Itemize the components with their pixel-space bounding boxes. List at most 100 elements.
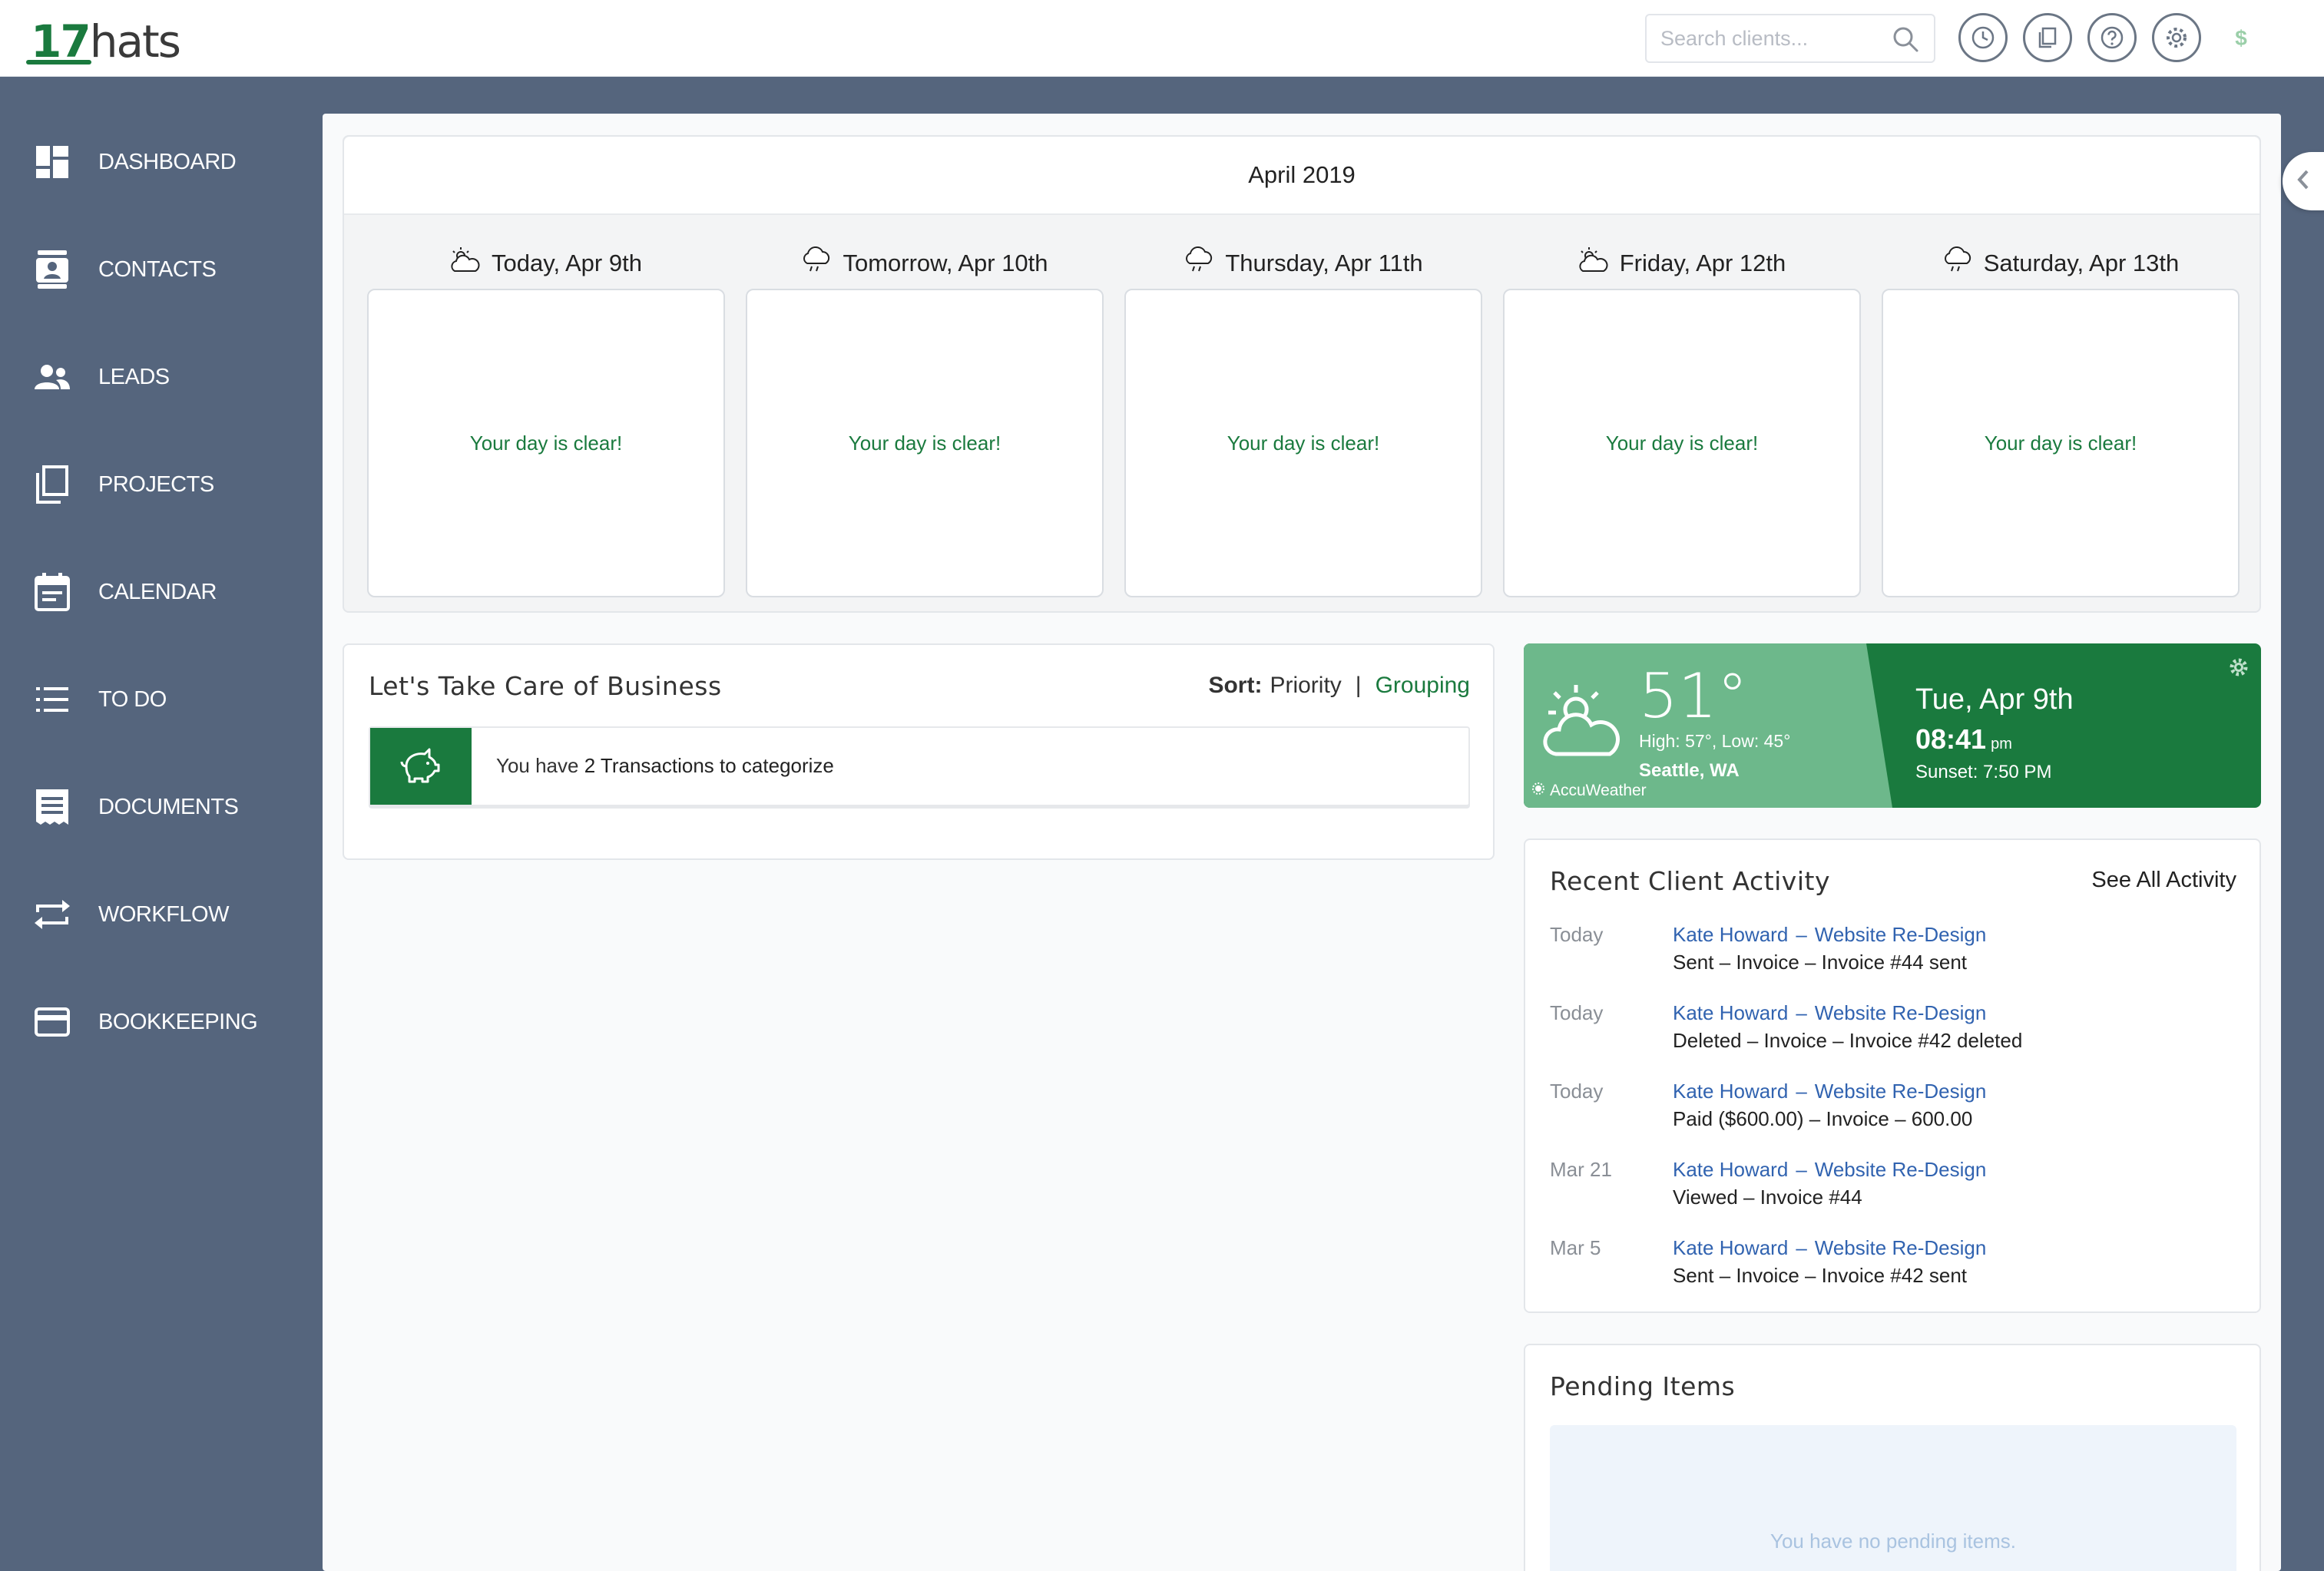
sidebar-item-label: LEADS xyxy=(98,364,170,389)
pending-items-card: Pending Items You have no pending items. xyxy=(1524,1344,2261,1571)
pending-empty-message: You have no pending items. xyxy=(1770,1530,2016,1553)
activity-detail: Deleted – Invoice – Invoice #42 deleted xyxy=(1673,1029,2023,1052)
project-link[interactable]: Website Re-Design xyxy=(1815,1158,1987,1181)
logo-number: 17 xyxy=(26,15,91,68)
sidebar-item-label: TO DO xyxy=(98,686,167,712)
collapse-panel-button[interactable] xyxy=(2283,152,2324,210)
calendar-icon xyxy=(32,572,72,612)
time-ampm: pm xyxy=(1991,736,2012,752)
client-link[interactable]: Kate Howard xyxy=(1673,1158,1788,1181)
leads-icon xyxy=(32,357,72,397)
weather-provider: AccuWeather xyxy=(1550,782,1647,799)
dashboard-icon xyxy=(32,142,72,182)
top-bar: 17hats $ xyxy=(0,0,2324,77)
activity-item: Mar 21 Kate Howard – Website Re-Design Vie… xyxy=(1550,1158,2241,1227)
project-link[interactable]: Website Re-Design xyxy=(1815,1080,1987,1103)
transactions-task-row[interactable]: You have 2 Transactions to categorize xyxy=(369,726,1470,806)
sort-separator: | xyxy=(1355,673,1362,698)
sidebar-item-calendar[interactable]: CALENDAR xyxy=(0,550,323,634)
help-icon[interactable] xyxy=(2087,13,2137,62)
activity-detail: Sent – Invoice – Invoice #42 sent xyxy=(1673,1264,1968,1287)
sort-priority-option[interactable]: Priority xyxy=(1270,673,1341,699)
partly-cloudy-icon xyxy=(1541,680,1625,769)
day-schedule-box[interactable]: Your day is clear! xyxy=(1882,289,2240,597)
day-clear-message: Your day is clear! xyxy=(1605,431,1759,455)
client-link[interactable]: Kate Howard xyxy=(1673,923,1788,946)
day-title-text: Today, Apr 9th xyxy=(492,250,642,276)
weather-city: Seattle, WA xyxy=(1639,760,1740,781)
search-icon[interactable] xyxy=(1891,25,1920,58)
day-schedule-box[interactable]: Your day is clear! xyxy=(746,289,1104,597)
day-title: Friday, Apr 12th xyxy=(1503,238,1861,289)
sidebar-item-dashboard[interactable]: DASHBOARD xyxy=(0,120,323,204)
search-input[interactable] xyxy=(1660,23,1891,54)
day-schedule-box[interactable]: Your day is clear! xyxy=(367,289,725,597)
sidebar-item-workflow[interactable]: WORKFLOW xyxy=(0,872,323,957)
sidebar-item-label: PROJECTS xyxy=(98,471,214,497)
sidebar: DASHBOARD CONTACTS LEADS PROJECTS CALEND… xyxy=(0,77,323,1571)
business-tasks-card: Let's Take Care of Business Sort: Priori… xyxy=(343,643,1495,860)
task-prefix: You have xyxy=(496,754,584,777)
sort-grouping-option[interactable]: Grouping xyxy=(1376,673,1470,699)
client-link[interactable]: Kate Howard xyxy=(1673,1236,1788,1259)
activity-date: Today xyxy=(1550,1001,1604,1024)
day-title: Today, Apr 9th xyxy=(367,238,725,289)
day-schedule-box[interactable]: Your day is clear! xyxy=(1124,289,1482,597)
todo-icon xyxy=(32,680,72,719)
client-link[interactable]: Kate Howard xyxy=(1673,1001,1788,1024)
day-column: Friday, Apr 12th Your day is clear! xyxy=(1503,238,1861,597)
sun-icon xyxy=(1531,782,1545,800)
project-link[interactable]: Website Re-Design xyxy=(1815,1001,1987,1024)
sidebar-item-label: DASHBOARD xyxy=(98,149,237,174)
project-link[interactable]: Website Re-Design xyxy=(1815,923,1987,946)
sidebar-item-label: BOOKKEEPING xyxy=(98,1009,258,1034)
activity-links: Kate Howard – Website Re-Design xyxy=(1673,1236,1987,1259)
see-all-activity-link[interactable]: See All Activity xyxy=(2091,868,2236,893)
weather-high-low: High: 57°, Low: 45° xyxy=(1639,731,1791,751)
activity-item: Today Kate Howard – Website Re-Design Paid… xyxy=(1550,1080,2241,1149)
activity-links: Kate Howard – Website Re-Design xyxy=(1673,1158,1987,1181)
workflow-icon xyxy=(32,895,72,934)
piggy-bank-icon xyxy=(370,728,472,805)
rain-icon xyxy=(1184,246,1214,280)
sidebar-item-todo[interactable]: TO DO xyxy=(0,657,323,742)
contacts-icon xyxy=(32,250,72,289)
day-column: Tomorrow, Apr 10th Your day is clear! xyxy=(746,238,1104,597)
upcoming-days-card: April 2019 Today, Apr 9th Your day is cl… xyxy=(343,135,2261,613)
client-link[interactable]: Kate Howard xyxy=(1673,1080,1788,1103)
accuweather-logo: AccuWeather xyxy=(1531,782,1647,800)
clock-icon[interactable] xyxy=(1958,13,2008,62)
sidebar-item-bookkeeping[interactable]: BOOKKEEPING xyxy=(0,980,323,1064)
activity-item: Mar 5 Kate Howard – Website Re-Design Sent… xyxy=(1550,1236,2241,1305)
sunset-time: Sunset: 7:50 PM xyxy=(1915,762,2052,782)
day-column: Thursday, Apr 11th Your day is clear! xyxy=(1124,238,1482,597)
day-clear-message: Your day is clear! xyxy=(1227,431,1380,455)
weather-temperature: 51° xyxy=(1639,660,1748,732)
dollar-icon[interactable]: $ xyxy=(2226,23,2256,54)
activity-item: Today Kate Howard – Website Re-Design Dele… xyxy=(1550,1001,2241,1070)
rain-icon xyxy=(1942,246,1973,280)
sidebar-item-projects[interactable]: PROJECTS xyxy=(0,442,323,527)
day-clear-message: Your day is clear! xyxy=(1984,431,2137,455)
sidebar-item-leads[interactable]: LEADS xyxy=(0,335,323,419)
transactions-task-text: You have 2 Transactions to categorize xyxy=(496,754,834,778)
activity-date: Mar 5 xyxy=(1550,1236,1601,1259)
app-logo[interactable]: 17 hats xyxy=(26,6,181,68)
project-link[interactable]: Website Re-Design xyxy=(1815,1236,1987,1259)
logo-word: hats xyxy=(89,15,181,68)
recent-activity-card: Recent Client Activity See All Activity … xyxy=(1524,838,2261,1313)
settings-icon[interactable] xyxy=(2152,13,2201,62)
current-time: 08:41 pm xyxy=(1915,723,2012,756)
rain-icon xyxy=(801,246,832,280)
gear-icon[interactable] xyxy=(2229,657,2249,681)
calendar-month-title: April 2019 xyxy=(344,137,2259,215)
activity-date: Today xyxy=(1550,1080,1604,1103)
sidebar-item-documents[interactable]: DOCUMENTS xyxy=(0,765,323,849)
copy-icon[interactable] xyxy=(2023,13,2072,62)
sidebar-item-contacts[interactable]: CONTACTS xyxy=(0,227,323,312)
activity-detail: Sent – Invoice – Invoice #44 sent xyxy=(1673,951,1968,974)
day-schedule-box[interactable]: Your day is clear! xyxy=(1503,289,1861,597)
partly-sunny-icon xyxy=(450,246,481,280)
activity-date: Today xyxy=(1550,923,1604,946)
day-column: Saturday, Apr 13th Your day is clear! xyxy=(1882,238,2240,597)
